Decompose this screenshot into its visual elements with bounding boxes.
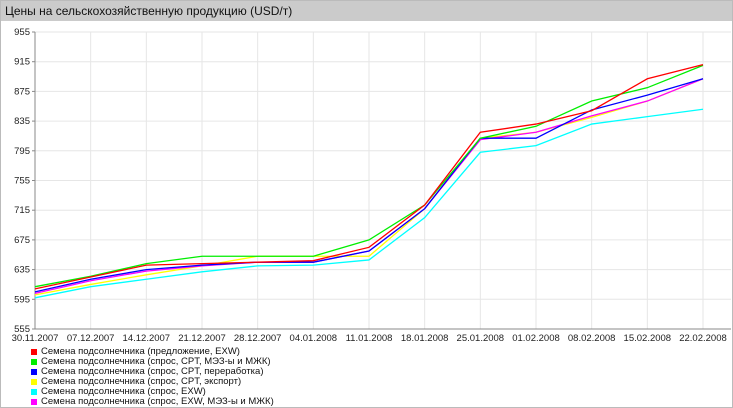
legend-swatch [31,359,37,365]
legend-swatch [31,399,37,405]
y-tick-label: 795 [14,146,30,157]
x-tick-label: 14.12.2007 [123,333,171,344]
y-tick-label: 915 [14,57,30,68]
x-tick-label: 15.02.2008 [624,333,672,344]
y-tick-label: 835 [14,116,30,127]
x-tick-label: 11.01.2008 [346,333,393,344]
y-tick-label: 875 [14,86,30,97]
x-tick-label: 18.01.2008 [401,333,449,344]
legend-swatch [31,349,37,355]
legend-label: Семена подсолнечника (спрос, EXW, МЭЗ-ы … [41,396,274,407]
y-tick-label: 675 [14,235,30,246]
legend-swatch [31,379,37,385]
x-tick-label: 01.02.2008 [512,333,560,344]
x-tick-label: 22.02.2008 [679,333,727,344]
legend-swatch [31,369,37,375]
legend-swatch [31,389,37,395]
y-tick-label: 595 [14,294,30,305]
chart-window: Цены на сельскохозяйственную продукцию (… [0,0,733,408]
x-tick-label: 04.01.2008 [290,333,338,344]
y-tick-label: 955 [14,27,30,38]
legend: Семена подсолнечника (предложение, EXW) С… [31,347,274,407]
x-tick-label: 30.11.2007 [12,333,59,344]
y-tick-label: 755 [14,176,30,187]
x-tick-label: 07.12.2007 [67,333,115,344]
y-tick-label: 715 [14,205,30,216]
x-tick-label: 21.12.2007 [178,333,226,344]
x-tick-label: 08.02.2008 [568,333,616,344]
x-tick-label: 25.01.2008 [457,333,505,344]
legend-item: Семена подсолнечника (спрос, EXW, МЭЗ-ы … [31,397,274,407]
y-tick-label: 635 [14,265,30,276]
x-tick-label: 28.12.2007 [234,333,282,344]
